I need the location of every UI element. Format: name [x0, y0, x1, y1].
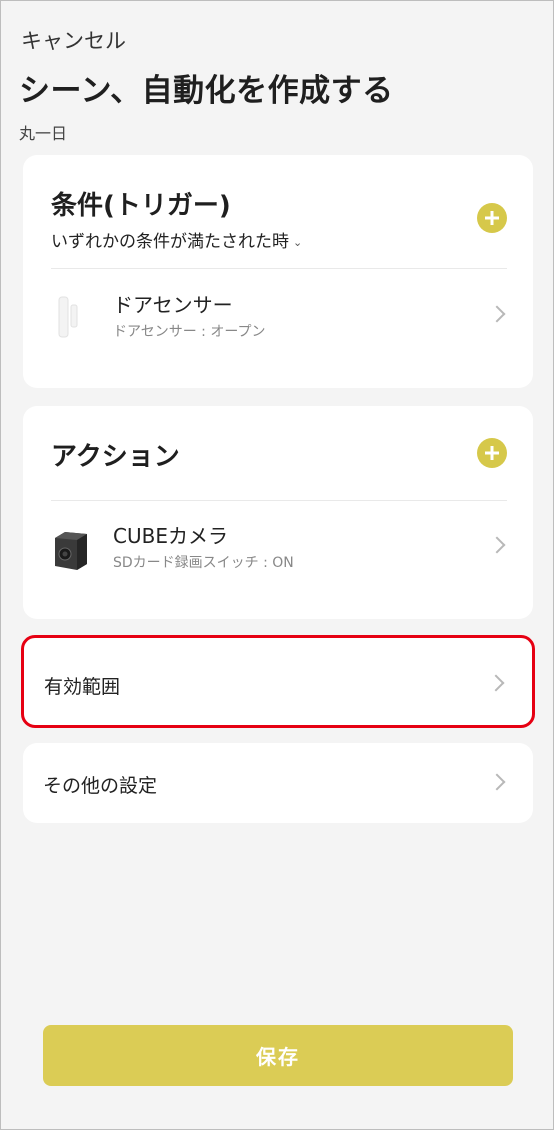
trigger-card: 条件(トリガー) いずれかの条件が満たされた時 ⌄ ドアセンサー ドアセンサー :…	[23, 155, 533, 388]
action-device-name: CUBEカメラ	[113, 524, 228, 548]
divider	[51, 268, 507, 269]
action-device-detail: SDカード録画スイッチ : ON	[113, 555, 294, 571]
chevron-right-icon	[488, 536, 506, 554]
page-title: シーン、自動化を作成する	[19, 73, 394, 109]
door-sensor-icon	[58, 296, 78, 338]
effective-scope-label: 有効範囲	[44, 676, 121, 698]
cancel-button[interactable]: キャンセル	[21, 25, 126, 55]
save-button[interactable]: 保存	[43, 1025, 513, 1086]
chevron-right-icon	[488, 773, 506, 791]
schedule-label[interactable]: 丸一日	[19, 120, 67, 144]
effective-scope-row[interactable]: 有効範囲	[21, 635, 535, 728]
cube-camera-icon	[55, 532, 87, 570]
chevron-down-icon: ⌄	[293, 235, 303, 249]
trigger-device-name: ドアセンサー	[113, 293, 233, 317]
other-settings-label: その他の設定	[43, 775, 158, 797]
condition-mode-label: いずれかの条件が満たされた時	[51, 232, 289, 252]
add-trigger-button[interactable]	[477, 203, 507, 233]
chevron-right-icon	[487, 674, 505, 692]
trigger-device-row[interactable]: ドアセンサー ドアセンサー : オープン	[23, 283, 533, 353]
action-device-row[interactable]: CUBEカメラ SDカード録画スイッチ : ON	[23, 514, 533, 584]
chevron-right-icon	[488, 305, 506, 323]
trigger-section-title: 条件(トリガー)	[51, 191, 231, 221]
divider	[51, 500, 507, 501]
add-action-button[interactable]	[477, 438, 507, 468]
other-settings-row[interactable]: その他の設定	[23, 743, 533, 823]
trigger-device-detail: ドアセンサー : オープン	[113, 324, 266, 340]
screen-frame: キャンセル シーン、自動化を作成する 丸一日 条件(トリガー) いずれかの条件が…	[0, 0, 554, 1130]
action-section-title: アクション	[51, 442, 180, 472]
condition-mode-dropdown[interactable]: いずれかの条件が満たされた時 ⌄	[51, 227, 302, 252]
action-card: アクション CUBEカメラ SDカード録画スイッチ : ON	[23, 406, 533, 619]
